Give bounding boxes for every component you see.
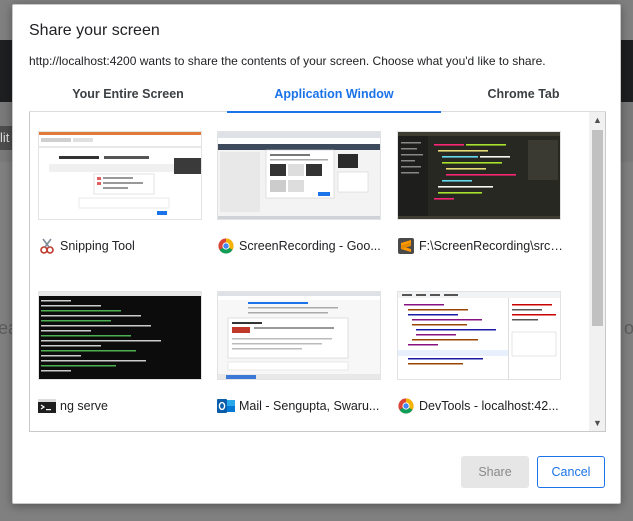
snipping-tool-icon (38, 237, 56, 255)
window-thumbnail (397, 131, 561, 220)
window-thumbnail (217, 291, 381, 380)
background-chip: lit (0, 126, 12, 150)
tab-entire-screen[interactable]: Your Entire Screen (29, 83, 227, 112)
dialog-description: http://localhost:4200 wants to share the… (29, 54, 546, 68)
window-caption: ng serve (38, 396, 204, 416)
scrollbar-thumb[interactable] (592, 130, 603, 326)
background-text-right: o (624, 318, 633, 338)
dialog-title: Share your screen (29, 22, 160, 39)
window-title: ScreenRecording - Goo... (239, 239, 381, 253)
chrome-icon (217, 237, 235, 255)
share-screen-dialog: Share your screen http://localhost:4200 … (12, 4, 621, 504)
window-caption: Snipping Tool (38, 236, 204, 256)
window-title: ng serve (60, 399, 108, 413)
window-caption: DevTools - localhost:42... (397, 396, 563, 416)
window-title: Snipping Tool (60, 239, 135, 253)
tab-application-window[interactable]: Application Window (227, 83, 441, 113)
window-item-snipping-tool[interactable]: Snipping Tool (38, 118, 204, 258)
window-caption: F:\ScreenRecording\src\... (397, 236, 563, 256)
window-item-code-editor[interactable]: F:\ScreenRecording\src\... (397, 118, 563, 258)
cancel-button[interactable]: Cancel (537, 456, 605, 488)
window-title: F:\ScreenRecording\src\... (419, 239, 563, 253)
scroll-down-icon[interactable]: ▼ (589, 415, 605, 431)
scroll-up-icon[interactable]: ▲ (589, 112, 605, 128)
window-grid: Snipping Tool ScreenRecording - Goo... F… (29, 112, 606, 432)
window-caption: ScreenRecording - Goo... (217, 236, 383, 256)
sublime-text-icon (397, 237, 415, 255)
source-tabs: Your Entire Screen Application Window Ch… (29, 83, 606, 113)
window-caption: Mail - Sengupta, Swaru... (217, 396, 383, 416)
window-title: DevTools - localhost:42... (419, 399, 559, 413)
window-title: Mail - Sengupta, Swaru... (239, 399, 380, 413)
window-item-devtools[interactable]: DevTools - localhost:42... (397, 278, 563, 418)
outlook-icon (217, 397, 235, 415)
chrome-icon (397, 397, 415, 415)
window-item-mail[interactable]: Mail - Sengupta, Swaru... (217, 278, 383, 418)
terminal-icon (38, 397, 56, 415)
tab-chrome-tab[interactable]: Chrome Tab (441, 83, 606, 112)
window-thumbnail (38, 131, 202, 220)
window-item-screenrecording-chrome[interactable]: ScreenRecording - Goo... (217, 118, 383, 258)
window-thumbnail (397, 291, 561, 380)
window-item-terminal[interactable]: ng serve (38, 278, 204, 418)
window-thumbnail (217, 131, 381, 220)
share-button[interactable]: Share (461, 456, 529, 488)
window-thumbnail (38, 291, 202, 380)
grid-scrollbar[interactable]: ▲ ▼ (589, 112, 605, 431)
